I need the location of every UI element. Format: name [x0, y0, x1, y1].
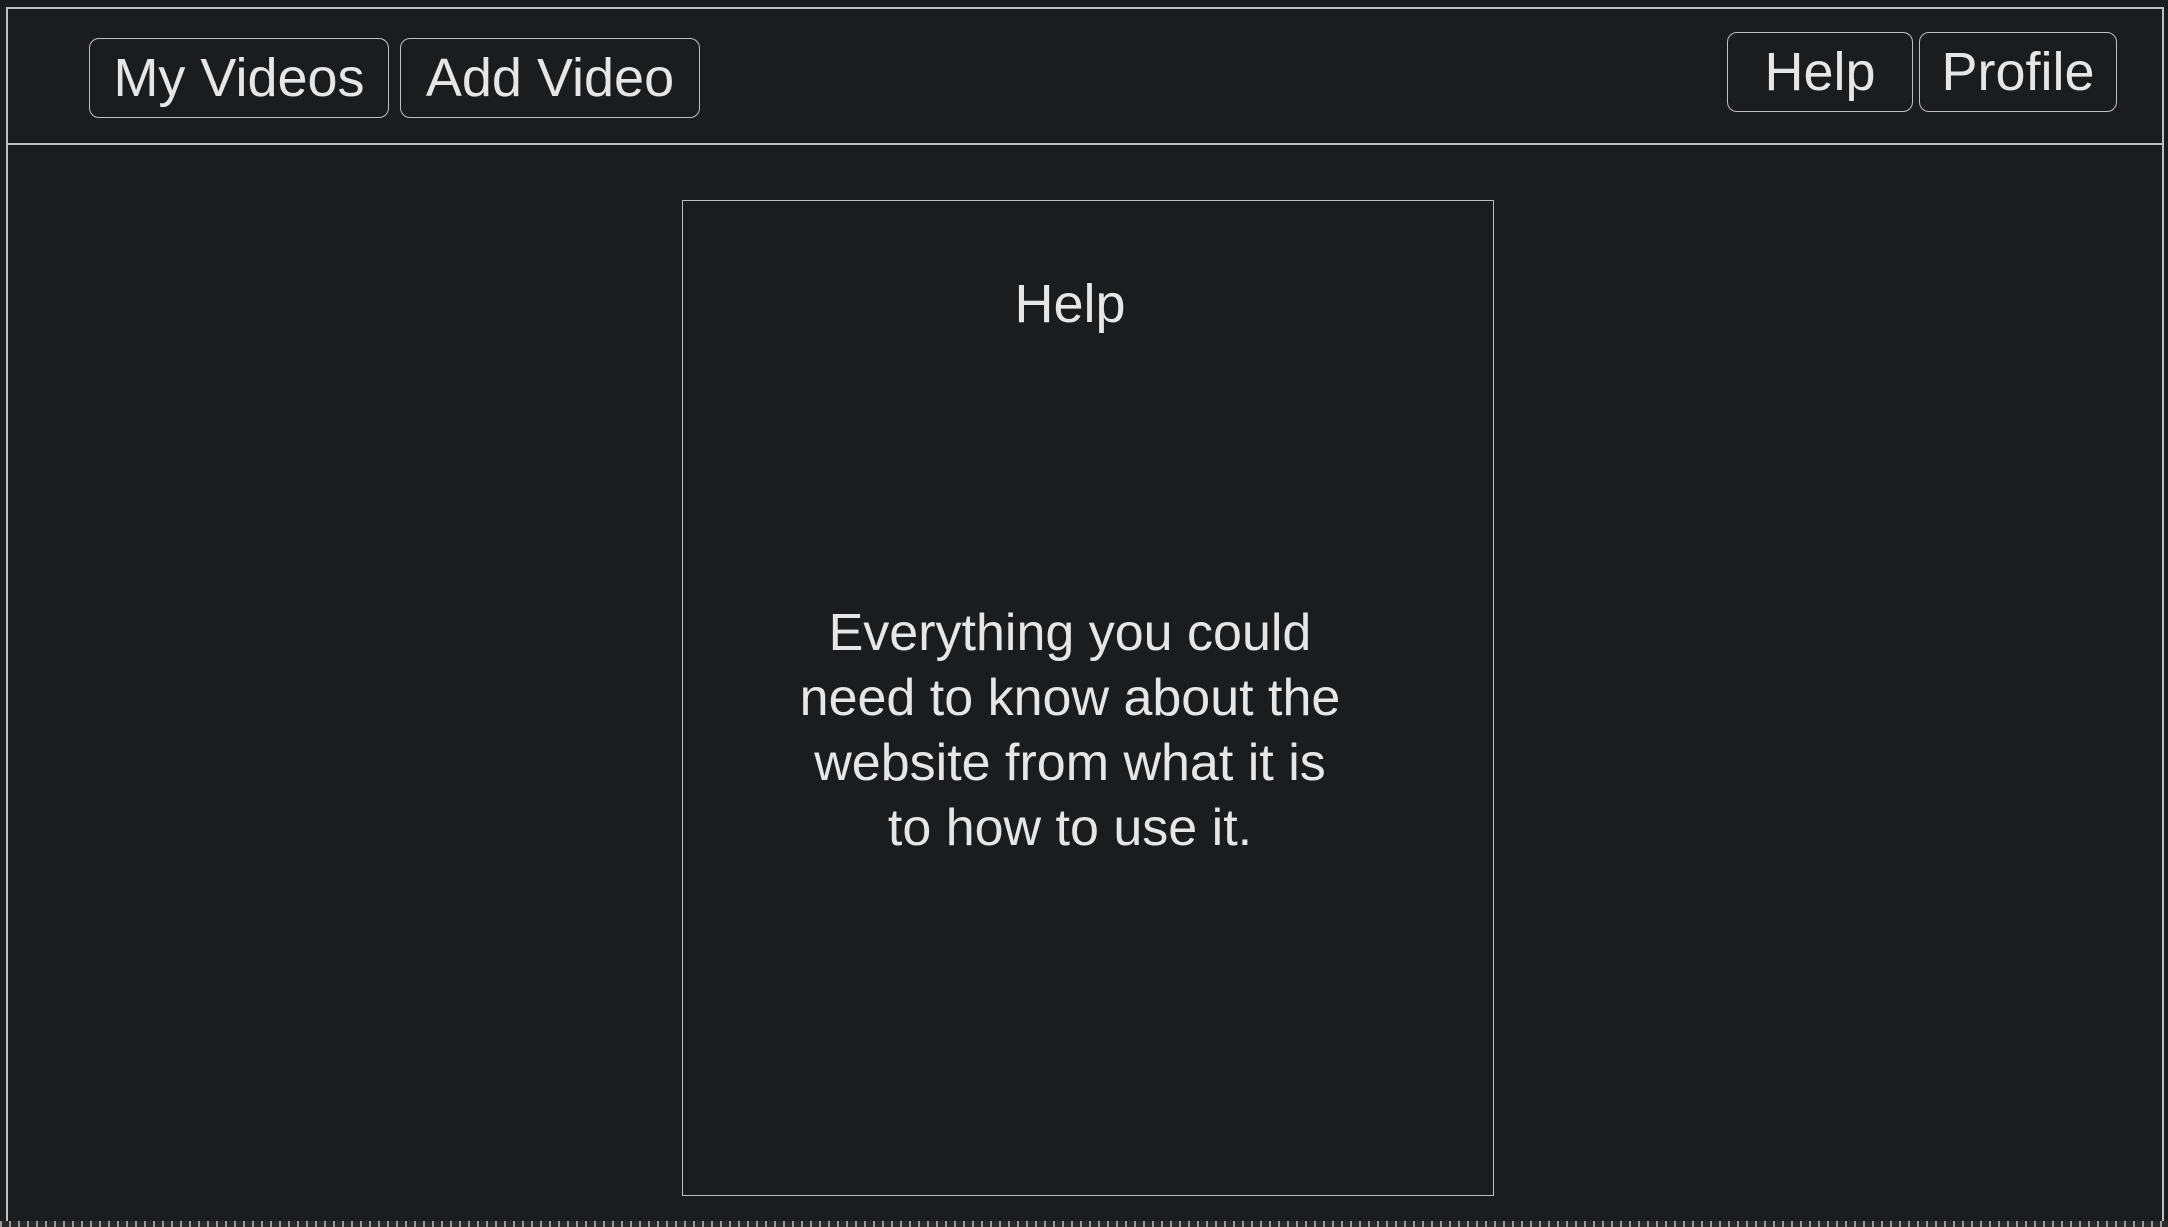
top-nav-bar: My Videos Add Video Help Profile — [8, 9, 2162, 145]
help-panel: Help Everything you could need to know a… — [682, 200, 1494, 1196]
app-frame: My Videos Add Video Help Profile Help Ev… — [6, 7, 2164, 1221]
my-videos-label: My Videos — [113, 48, 365, 108]
profile-button[interactable]: Profile — [1919, 32, 2117, 112]
my-videos-button[interactable]: My Videos — [89, 38, 389, 118]
profile-label: Profile — [1941, 42, 2095, 102]
help-button[interactable]: Help — [1727, 32, 1913, 112]
bottom-edge-strip — [0, 1221, 2168, 1227]
help-panel-body: Everything you could need to know about … — [799, 604, 1341, 857]
help-panel-title: Help — [1014, 274, 1126, 334]
help-label: Help — [1764, 42, 1876, 102]
add-video-button[interactable]: Add Video — [400, 38, 700, 118]
add-video-label: Add Video — [425, 48, 675, 108]
